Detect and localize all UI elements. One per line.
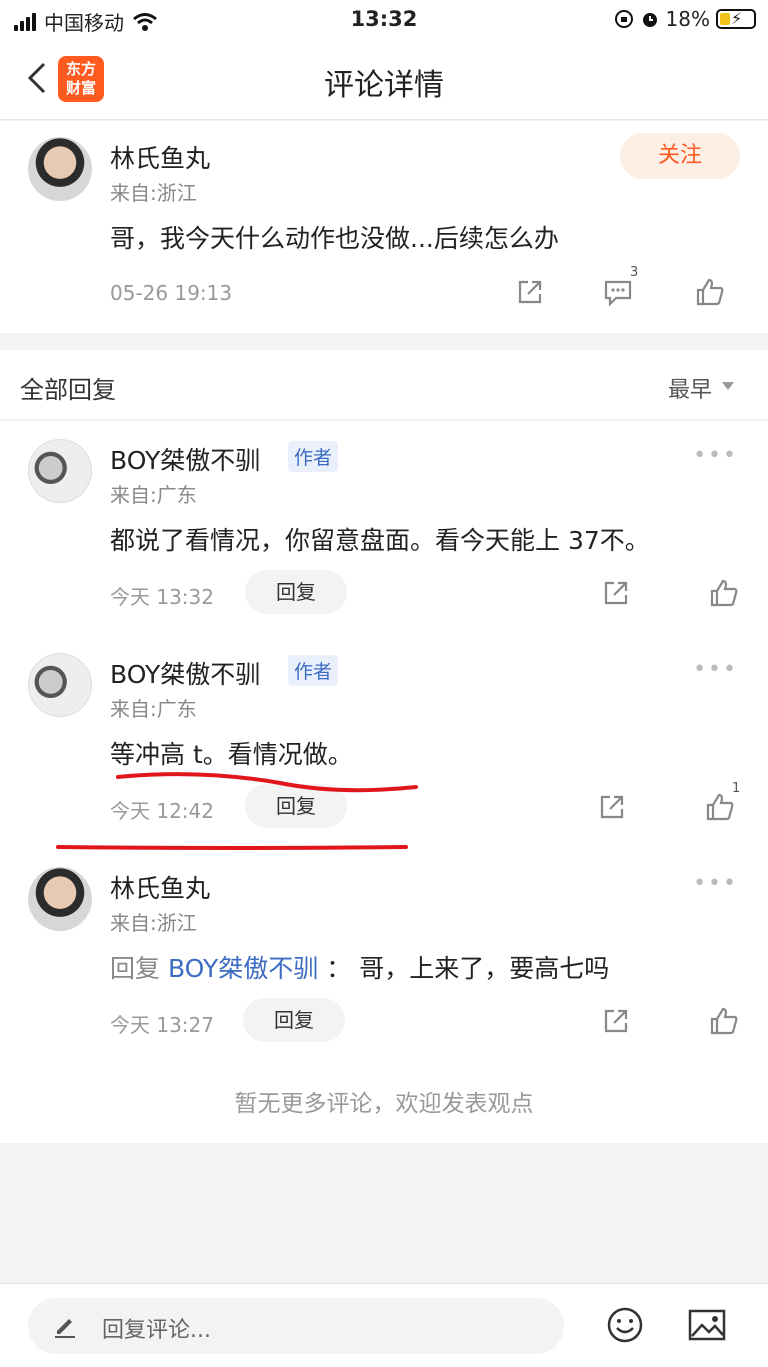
comment-user-name[interactable]: 林氏鱼丸	[110, 139, 210, 175]
author-badge: 作者	[288, 441, 339, 472]
reply-text: 都说了看情况，你留意盘面。看今天能上 37不。	[110, 526, 650, 555]
reply-user-name[interactable]: 林氏鱼丸	[110, 869, 210, 905]
follow-button[interactable]: 关注	[620, 133, 740, 179]
comment-count: 3	[630, 265, 639, 280]
avatar[interactable]	[28, 439, 92, 503]
chevron-down-icon[interactable]	[722, 382, 734, 390]
comment-location: 来自:浙江	[110, 181, 197, 205]
avatar[interactable]	[28, 137, 92, 201]
comment-time: 05-26 19:13	[110, 281, 233, 305]
pencil-icon	[55, 1319, 75, 1338]
emoji-icon[interactable]	[606, 1306, 644, 1344]
reply-user-name[interactable]: BOY桀傲不驯	[110, 655, 260, 691]
status-bar: 中国移动 13:32 18% ⚡	[0, 0, 768, 40]
comment-icon[interactable]	[602, 276, 634, 308]
reply-button[interactable]: 回复	[243, 998, 345, 1042]
avatar[interactable]	[28, 867, 92, 931]
avatar[interactable]	[28, 653, 92, 717]
like-icon[interactable]	[694, 276, 726, 308]
like-icon[interactable]	[708, 577, 740, 609]
reply-separator: ：	[326, 954, 352, 983]
like-count: 1	[732, 781, 741, 796]
more-icon[interactable]: •••	[693, 871, 738, 896]
reply-time: 今天 13:32	[110, 585, 214, 609]
comment-text: 哥，我今天什么动作也没做...后续怎么办	[110, 224, 559, 253]
share-icon[interactable]	[514, 276, 546, 308]
reply-input-placeholder: 回复评论...	[102, 1318, 211, 1343]
share-icon[interactable]	[600, 1005, 632, 1037]
reply-text: 等冲高 t。看情况做。	[110, 740, 353, 769]
bottom-bar: 回复评论...	[0, 1283, 768, 1367]
reply-text: 回复 BOY桀傲不驯 ： 哥，上来了，要高七吗	[110, 949, 609, 985]
like-icon[interactable]	[708, 1005, 740, 1037]
no-more-comments: 暂无更多评论，欢迎发表观点	[234, 1091, 534, 1117]
reply-input[interactable]: 回复评论...	[28, 1298, 564, 1354]
reply-to-user[interactable]: BOY桀傲不驯	[168, 954, 318, 983]
reply-location: 来自:广东	[110, 697, 197, 721]
reply-time: 今天 12:42	[110, 799, 214, 823]
sort-selector[interactable]: 最早	[668, 372, 712, 404]
replies-list: BOY桀傲不驯 作者 ••• 来自:广东 都说了看情况，你留意盘面。看今天能上 …	[0, 421, 768, 1143]
reply-button[interactable]: 回复	[245, 570, 347, 614]
page-title: 评论详情	[324, 68, 444, 103]
image-icon[interactable]	[688, 1308, 726, 1342]
battery-percent: 18%	[665, 7, 710, 31]
alarm-icon	[642, 13, 657, 27]
more-icon[interactable]: •••	[693, 657, 738, 682]
rotation-lock-icon	[614, 10, 633, 28]
share-icon[interactable]	[596, 791, 628, 823]
main-comment: 林氏鱼丸 来自:浙江 关注 哥，我今天什么动作也没做...后续怎么办 05-26…	[0, 121, 768, 333]
more-icon[interactable]: •••	[693, 443, 738, 468]
replies-title: 全部回复	[20, 376, 116, 404]
reply-location: 来自:广东	[110, 483, 197, 507]
reply-location: 来自:浙江	[110, 911, 197, 935]
replies-header: 全部回复 最早	[0, 350, 768, 420]
battery-icon: ⚡	[716, 9, 756, 29]
nav-bar: 东方 财富 评论详情	[0, 40, 768, 120]
reply-content: 哥，上来了，要高七吗	[359, 954, 610, 983]
author-badge: 作者	[288, 655, 339, 686]
share-icon[interactable]	[600, 577, 632, 609]
reply-user-name[interactable]: BOY桀傲不驯	[110, 441, 260, 477]
reply-button[interactable]: 回复	[245, 784, 347, 828]
reply-time: 今天 13:27	[110, 1013, 214, 1037]
reply-prefix: 回复	[110, 954, 161, 983]
